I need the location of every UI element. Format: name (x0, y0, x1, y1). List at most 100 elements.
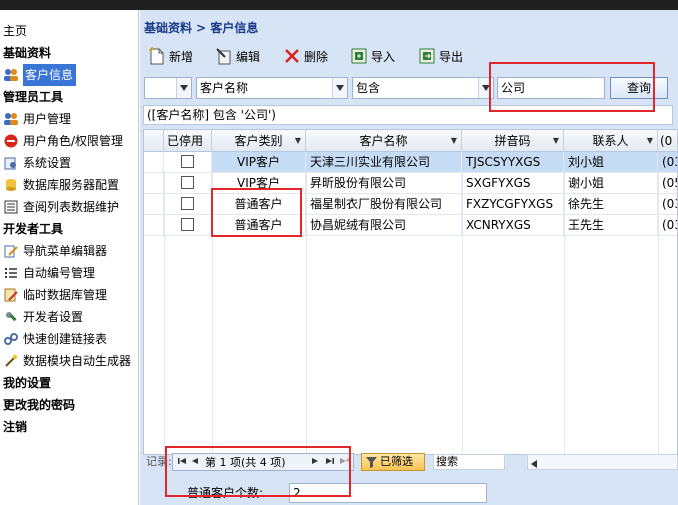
row-selector[interactable] (144, 215, 164, 235)
edit-button[interactable]: 编辑 (215, 44, 260, 68)
sidebar-item-label: 用户管理 (23, 112, 72, 126)
row-selector[interactable] (144, 173, 164, 193)
filter-value-input[interactable]: 公司 (497, 77, 605, 99)
chevron-down-icon[interactable] (176, 78, 191, 98)
phone-cell[interactable]: (03 (658, 215, 677, 235)
row-selector[interactable] (144, 152, 164, 172)
list-icon (3, 199, 19, 215)
contact-cell[interactable]: 刘小姐 (564, 152, 658, 172)
first-record-icon[interactable] (177, 454, 187, 472)
name-cell[interactable]: 天津三川实业有限公司 (306, 152, 462, 172)
row-selector-header[interactable] (144, 130, 164, 152)
filtered-toggle-button[interactable]: 已筛选 (361, 453, 425, 471)
pinyin-cell[interactable]: FXZYCGFYXGS (462, 194, 564, 214)
export-icon (418, 47, 436, 65)
type-cell[interactable]: 普通客户 (212, 194, 306, 214)
sidebar-group-admin[interactable]: 管理员工具 (0, 86, 139, 108)
edit-button-label: 编辑 (236, 49, 261, 64)
disabled-checkbox-cell[interactable] (164, 194, 212, 214)
grid-search-input[interactable]: 搜索 (433, 454, 505, 470)
name-cell[interactable]: 昇昕股份有限公司 (306, 173, 462, 193)
name-cell[interactable]: 协昌妮绒有限公司 (306, 215, 462, 235)
table-row[interactable]: VIP客户 昇昕股份有限公司 SXGFYXGS 谢小姐 (05 (144, 173, 677, 194)
pinyin-cell[interactable]: XCNRYXGS (462, 215, 564, 235)
last-record-icon[interactable] (325, 454, 335, 472)
table-row[interactable]: VIP客户 天津三川实业有限公司 TJSCSYYXGS 刘小姐 (03 (144, 152, 677, 173)
sidebar-item-roles[interactable]: 用户角色/权限管理 (0, 130, 139, 152)
add-button[interactable]: 新增 (148, 44, 193, 68)
sidebar-item-customer-info[interactable]: 客户信息 (0, 64, 139, 86)
phone-cell[interactable]: (05 (658, 173, 677, 193)
operator-select[interactable]: 包含 (352, 77, 494, 99)
sidebar-item-quick-link[interactable]: 快速创建链接表 (0, 328, 139, 350)
sidebar-item-query-list[interactable]: 查阅列表数据维护 (0, 196, 139, 218)
sidebar-item-label: 导航菜单编辑器 (23, 244, 108, 258)
sidebar-group-change-password[interactable]: 更改我的密码 (0, 394, 139, 416)
export-button[interactable]: 导出 (418, 44, 463, 68)
column-header-contact[interactable]: 联系人 ▼ (564, 130, 658, 152)
horizontal-scrollbar[interactable] (527, 454, 678, 470)
sidebar-item-system-settings[interactable]: 系统设置 (0, 152, 139, 174)
sidebar-item-label: 临时数据库管理 (23, 288, 108, 302)
type-cell[interactable]: VIP客户 (212, 152, 306, 172)
disabled-checkbox[interactable] (181, 197, 194, 210)
table-row[interactable]: 普通客户 协昌妮绒有限公司 XCNRYXGS 王先生 (03 (144, 215, 677, 236)
column-header-label: 已停用 (167, 134, 204, 148)
type-cell[interactable]: 普通客户 (212, 215, 306, 235)
funnel-icon (366, 457, 377, 473)
contact-cell[interactable]: 王先生 (564, 215, 658, 235)
sidebar-group-basic[interactable]: 基础资料 (0, 42, 139, 64)
sidebar-item-auto-gen[interactable]: 数据模块自动生成器 (0, 350, 139, 372)
column-header-pinyin[interactable]: 拼音码 ▼ (462, 130, 564, 152)
table-row[interactable]: 普通客户 福星制衣厂股份有限公司 FXZYCGFYXGS 徐先生 (03 (144, 194, 677, 215)
prev-record-icon[interactable] (191, 454, 199, 472)
summary-value-field[interactable]: 2 (289, 483, 487, 503)
contact-cell[interactable]: 徐先生 (564, 194, 658, 214)
disabled-checkbox-cell[interactable] (164, 152, 212, 172)
disabled-checkbox-cell[interactable] (164, 215, 212, 235)
pinyin-cell[interactable]: TJSCSYYXGS (462, 152, 564, 172)
pinyin-cell[interactable]: SXGFYXGS (462, 173, 564, 193)
disabled-checkbox[interactable] (181, 155, 194, 168)
type-cell[interactable]: VIP客户 (212, 173, 306, 193)
disabled-checkbox[interactable] (181, 176, 194, 189)
column-header-type[interactable]: 客户类别 ▼ (212, 130, 306, 152)
column-header-name[interactable]: 客户名称 ▼ (306, 130, 462, 152)
column-header-disabled[interactable]: 已停用 (164, 130, 212, 152)
disabled-checkbox[interactable] (181, 218, 194, 231)
next-record-icon[interactable] (311, 454, 319, 472)
disabled-checkbox-cell[interactable] (164, 173, 212, 193)
sidebar-group-logout[interactable]: 注销 (0, 416, 139, 438)
sidebar-item-db-server[interactable]: 数据库服务器配置 (0, 174, 139, 196)
query-button[interactable]: 查询 (610, 77, 668, 99)
sidebar-item-nav-editor[interactable]: 导航菜单编辑器 (0, 240, 139, 262)
column-header-phone[interactable]: (0 (658, 130, 677, 152)
record-position[interactable]: 第 1 项(共 4 项) (205, 454, 286, 472)
row-selector[interactable] (144, 194, 164, 214)
name-cell[interactable]: 福星制衣厂股份有限公司 (306, 194, 462, 214)
chevron-down-icon[interactable] (478, 78, 493, 98)
sidebar-group-dev[interactable]: 开发者工具 (0, 218, 139, 240)
new-record-icon[interactable] (339, 454, 351, 472)
import-button-label: 导入 (371, 49, 396, 64)
sort-arrow-icon: ▼ (294, 136, 301, 145)
sidebar-item-dev-settings[interactable]: 开发者设置 (0, 306, 139, 328)
export-button-label: 导出 (439, 49, 464, 64)
sidebar-item-user-management[interactable]: 用户管理 (0, 108, 139, 130)
contact-cell[interactable]: 谢小姐 (564, 173, 658, 193)
field-select[interactable]: 客户名称 (196, 77, 348, 99)
filter-criteria-text: ([客户名称] 包含 '公司') (143, 105, 673, 125)
sidebar-item-auto-number[interactable]: 自动编号管理 (0, 262, 139, 284)
chevron-down-icon[interactable] (332, 78, 347, 98)
sidebar-item-label: 系统设置 (23, 156, 72, 170)
sort-arrow-icon: ▼ (450, 136, 457, 145)
import-button[interactable]: 导入 (350, 44, 395, 68)
phone-cell[interactable]: (03 (658, 152, 677, 172)
sidebar-home[interactable]: 主页 (0, 20, 139, 42)
scroll-left-icon[interactable] (531, 458, 537, 471)
logic-select[interactable] (144, 77, 192, 99)
phone-cell[interactable]: (03 (658, 194, 677, 214)
delete-button[interactable]: 删除 (283, 44, 328, 68)
sidebar-group-my-settings[interactable]: 我的设置 (0, 372, 139, 394)
sidebar-item-temp-db[interactable]: 临时数据库管理 (0, 284, 139, 306)
